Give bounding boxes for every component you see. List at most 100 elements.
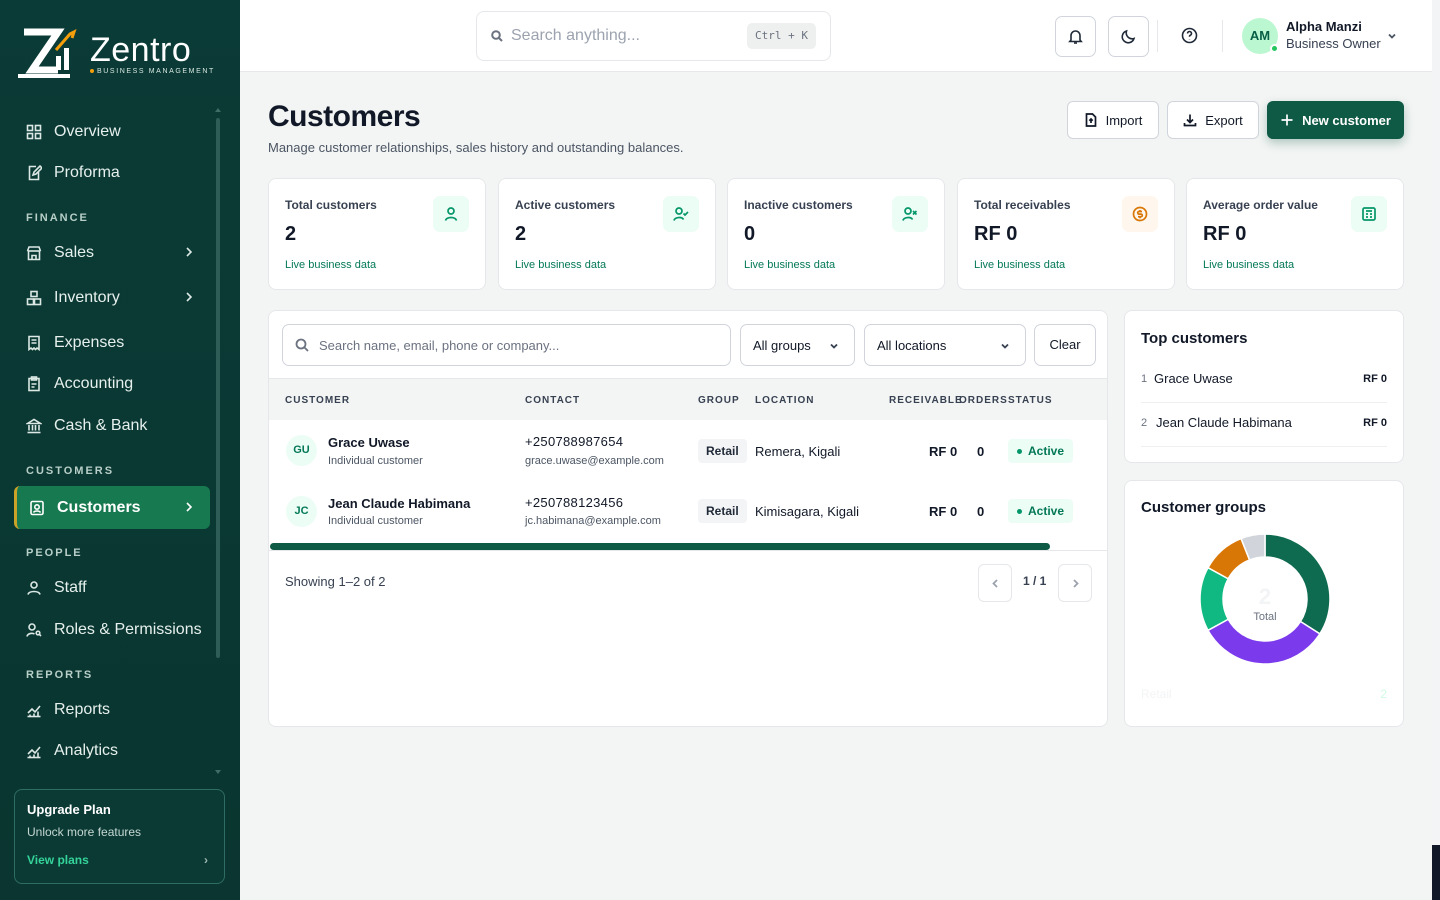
stat-icon xyxy=(1351,196,1387,232)
customer-search[interactable] xyxy=(282,324,731,366)
theme-toggle-button[interactable] xyxy=(1108,16,1149,57)
sidebar-item-label: Reports xyxy=(54,701,111,718)
stat-card-active-customers: Active customers 2 Live business data xyxy=(498,178,716,290)
section-people: PEOPLE xyxy=(26,547,83,559)
stat-card-inactive-customers: Inactive customers 0 Live business data xyxy=(727,178,945,290)
stat-icon xyxy=(892,196,928,232)
stat-value: 2 xyxy=(285,223,297,245)
group-badge: Retail xyxy=(698,439,747,463)
export-button[interactable]: Export xyxy=(1167,101,1259,139)
table-row[interactable]: JC Jean Claude Habimana Individual custo… xyxy=(269,482,1107,542)
customer-orders: 0 xyxy=(977,444,985,459)
customer-groups-title: Customer groups xyxy=(1141,499,1267,516)
stat-card-total-receivables: Total receivables RF 0 Live business dat… xyxy=(957,178,1175,290)
top-customer-amount: RF 0 xyxy=(1363,373,1387,385)
location-filter-select[interactable]: All locations xyxy=(864,324,1026,366)
plus-icon xyxy=(1281,114,1293,126)
user-name[interactable]: Alpha Manzi xyxy=(1286,19,1362,34)
sidebar-item-roles-permissions[interactable]: Roles & Permissions xyxy=(14,610,210,650)
sidebar-item-customers[interactable]: Customers xyxy=(14,486,210,529)
customer-search-input[interactable] xyxy=(319,337,719,353)
user-icon xyxy=(444,207,458,221)
sidebar-item-reports[interactable]: Reports xyxy=(14,690,210,730)
global-search[interactable]: Ctrl + K xyxy=(476,11,831,61)
import-button[interactable]: Import xyxy=(1067,101,1159,139)
donut-segment-2[interactable] xyxy=(1207,618,1321,665)
sidebar-item-sales[interactable]: Sales xyxy=(14,233,210,273)
column-header-contact[interactable]: CONTACT xyxy=(525,395,580,406)
sidebar-item-analytics[interactable]: Analytics xyxy=(14,731,210,771)
sidebar-item-overview[interactable]: Overview xyxy=(14,112,210,152)
divider xyxy=(269,550,1107,551)
user-avatar[interactable]: AM xyxy=(1242,18,1279,54)
page-scrollbar-thumb[interactable] xyxy=(1432,845,1440,900)
sidebar-scrollbar[interactable] xyxy=(216,118,220,658)
search-shortcut-hint: Ctrl + K xyxy=(747,23,816,49)
chevron-right-icon xyxy=(186,247,193,257)
chevron-down-icon[interactable] xyxy=(1386,30,1398,42)
sidebar-item-cash-bank[interactable]: Cash & Bank xyxy=(14,406,210,446)
customer-phone: +250788123456 xyxy=(525,495,624,510)
new-customer-label: New customer xyxy=(1302,112,1391,128)
column-header-receivable[interactable]: RECEIVABLE xyxy=(889,395,963,406)
sidebar-item-accounting[interactable]: Accounting xyxy=(14,364,210,404)
help-button[interactable] xyxy=(1181,27,1201,47)
pagination-summary: Showing 1–2 of 2 xyxy=(285,574,386,589)
column-header-customer[interactable]: CUSTOMER xyxy=(285,395,350,406)
customer-name[interactable]: Grace Uwase xyxy=(328,435,410,450)
new-customer-button[interactable]: New customer xyxy=(1267,101,1404,139)
top-customer-row[interactable]: 1 Grace Uwase RF 0 xyxy=(1141,363,1387,403)
customer-groups-donut-chart: 2 Total xyxy=(1199,533,1331,665)
brand-tagline: BUSINESS MANAGEMENT xyxy=(97,67,215,75)
receipt-icon xyxy=(28,335,40,351)
column-header-orders[interactable]: ORDERS xyxy=(959,395,1008,406)
stat-label: Inactive customers xyxy=(744,198,853,212)
sidebar-item-label: Customers xyxy=(57,498,141,516)
top-customers-title: Top customers xyxy=(1141,330,1248,347)
top-customer-row[interactable]: 2 Jean Claude Habimana RF 0 xyxy=(1141,407,1387,447)
group-filter-select[interactable]: All groups xyxy=(740,324,855,366)
top-customer-name: Jean Claude Habimana xyxy=(1156,415,1292,430)
user-x-icon xyxy=(902,207,918,221)
stat-card-total-customers: Total customers 2 Live business data xyxy=(268,178,486,290)
top-customer-amount: RF 0 xyxy=(1363,417,1387,429)
table-header: CUSTOMER CONTACT GROUP LOCATION RECEIVAB… xyxy=(269,378,1107,420)
clear-filters-button[interactable]: Clear xyxy=(1034,324,1096,366)
next-page-button[interactable] xyxy=(1058,564,1092,602)
previous-page-button[interactable] xyxy=(978,564,1012,602)
customer-email: grace.uwase@example.com xyxy=(525,455,664,467)
view-plans-label: View plans xyxy=(27,853,89,867)
page-scrollbar[interactable] xyxy=(1432,0,1440,900)
donut-total-label: Total xyxy=(1253,611,1276,623)
chevron-left-icon xyxy=(991,578,998,588)
table-horizontal-scrollbar[interactable] xyxy=(270,543,1050,550)
sidebar-item-inventory[interactable]: Inventory xyxy=(14,278,210,318)
sidebar-item-expenses[interactable]: Expenses xyxy=(14,323,210,363)
notifications-button[interactable] xyxy=(1055,16,1096,57)
customer-name[interactable]: Jean Claude Habimana xyxy=(328,496,470,511)
sidebar-item-label: Analytics xyxy=(54,742,119,759)
customer-groups-card: Customer groups 2 Total Retail 2 xyxy=(1124,480,1404,727)
brand-logo[interactable]: Zentro BUSINESS MANAGEMENT xyxy=(18,28,215,80)
user-initials: AM xyxy=(1249,28,1271,43)
rank-number: 1 xyxy=(1141,373,1148,385)
column-header-group[interactable]: GROUP xyxy=(698,395,740,406)
view-plans-link[interactable]: View plans › xyxy=(27,853,212,867)
global-search-input[interactable] xyxy=(511,27,731,45)
sidebar-scroll-down[interactable] xyxy=(215,770,221,774)
search-icon xyxy=(295,338,309,352)
top-customers-card: Top customers 1 Grace Uwase RF 0 2 Jean … xyxy=(1124,310,1404,463)
customer-location: Kimisagara, Kigali xyxy=(755,504,860,519)
top-bar: Ctrl + K AM Alpha Manzi Business Owner xyxy=(240,0,1432,72)
page-title: Customers xyxy=(268,100,421,133)
user-icon xyxy=(27,581,41,595)
top-customer-name: Grace Uwase xyxy=(1154,371,1233,386)
sidebar-item-proforma[interactable]: Proforma xyxy=(14,153,210,193)
sidebar-item-staff[interactable]: Staff xyxy=(14,568,210,608)
column-header-location[interactable]: LOCATION xyxy=(755,395,814,406)
sidebar-scroll-up[interactable] xyxy=(215,108,221,112)
table-row[interactable]: GU Grace Uwase Individual customer +2507… xyxy=(269,421,1107,481)
register-icon xyxy=(1362,207,1376,221)
divider xyxy=(1222,20,1223,52)
column-header-status[interactable]: STATUS xyxy=(1008,395,1053,406)
